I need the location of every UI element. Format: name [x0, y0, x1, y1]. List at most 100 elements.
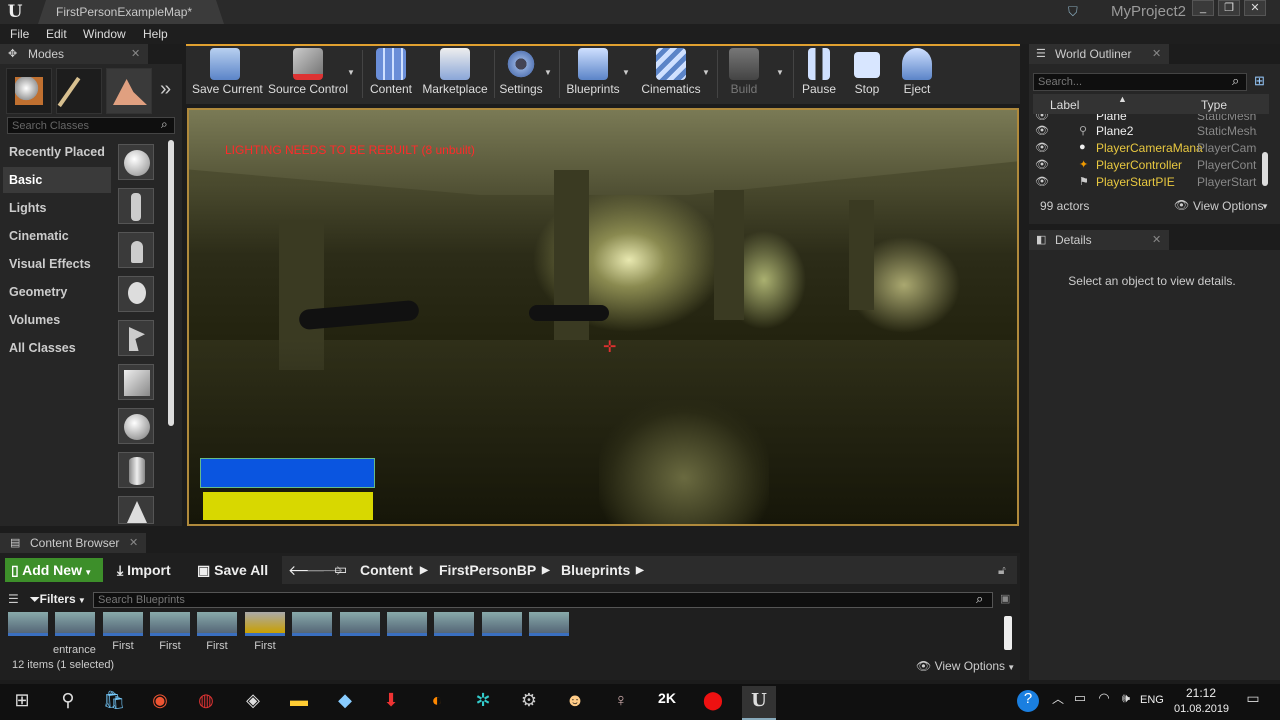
category-recently-placed[interactable]: Recently Placed — [3, 139, 111, 165]
clock-date[interactable]: 01.08.2019 — [1174, 703, 1229, 715]
outliner-row[interactable]: 👁⚑PlayerStartPIEPlayerStartF — [1033, 174, 1269, 191]
store-icon[interactable]: 🛍︎ — [101, 690, 127, 714]
asset-thumbnail[interactable] — [150, 612, 190, 636]
content-scrollbar[interactable] — [1004, 616, 1012, 650]
place-mode-button[interactable] — [6, 68, 52, 114]
battery-icon[interactable]: ▭ — [1067, 690, 1093, 714]
maximize-button[interactable]: ❐ — [1218, 0, 1240, 16]
eject-button[interactable]: Eject — [898, 48, 936, 102]
save-current-button[interactable]: Save Current — [192, 48, 263, 102]
lock-icon[interactable]: 🔓︎ — [998, 563, 1006, 578]
cone-icon[interactable] — [118, 496, 154, 524]
clock-time[interactable]: 21:12 — [1186, 686, 1216, 700]
visibility-eye-icon[interactable]: 👁 — [1035, 124, 1049, 137]
document-tab[interactable]: FirstPersonExampleMap* — [38, 0, 224, 24]
visibility-eye-icon[interactable]: 👁 — [1035, 175, 1049, 188]
unreal-engine-icon[interactable]: U — [742, 686, 776, 720]
language-indicator[interactable]: ENG — [1140, 694, 1164, 706]
search-blueprints-input[interactable]: Search Blueprints — [93, 592, 993, 608]
outliner-row[interactable]: 👁⚲Plane2StaticMeshA — [1033, 123, 1269, 140]
save-search-icon[interactable]: ▣ — [1000, 592, 1010, 605]
recorder-icon[interactable]: ⬤ — [700, 690, 726, 714]
more-modes-icon[interactable]: » — [160, 78, 171, 101]
source-control-button[interactable]: Source Control — [268, 48, 348, 102]
settings-dropdown-icon[interactable]: ▼ — [544, 68, 552, 77]
marketplace-button[interactable]: Marketplace — [422, 48, 488, 102]
breadcrumb-arrow-icon[interactable]: ▶ — [420, 565, 428, 576]
asset-thumbnail[interactable] — [482, 612, 522, 636]
stop-button[interactable]: Stop — [848, 48, 886, 102]
modes-scrollbar[interactable] — [168, 140, 174, 426]
chrome-icon[interactable]: ◉ — [147, 690, 173, 714]
save-all-button[interactable]: ▣ Save All — [197, 562, 268, 579]
menu-help[interactable]: Help — [143, 27, 168, 41]
category-geometry[interactable]: Geometry — [3, 279, 111, 305]
game-app-icon[interactable]: ☻ — [562, 690, 588, 714]
cinematics-button[interactable]: Cinematics — [638, 48, 704, 102]
breadcrumb-arrow-icon[interactable]: ▶ — [542, 565, 550, 576]
asset-thumbnail[interactable] — [245, 612, 285, 636]
asset-thumbnail[interactable] — [197, 612, 237, 636]
content-view-options[interactable]: 👁 View Options ▼ — [916, 659, 1015, 673]
visibility-eye-icon[interactable]: 👁 — [1035, 141, 1049, 154]
notifications-icon[interactable]: ▭ — [1240, 690, 1266, 714]
blender-icon[interactable]: ◐ — [424, 690, 450, 714]
asset-thumbnail-selected[interactable] — [292, 612, 332, 636]
breadcrumb-blueprints[interactable]: Blueprints — [561, 562, 630, 578]
outliner-row[interactable]: 👁 ✦ PlayerController PlayerContr — [1033, 157, 1269, 174]
category-lights[interactable]: Lights — [3, 195, 111, 221]
visibility-eye-icon[interactable]: 👁 — [1035, 114, 1049, 122]
asset-thumbnail[interactable] — [387, 612, 427, 636]
cylinder-icon[interactable] — [118, 452, 154, 488]
steam-icon[interactable]: ⚙ — [516, 690, 542, 714]
search-classes-input[interactable]: Search Classes — [7, 117, 175, 134]
cube-icon[interactable] — [118, 364, 154, 400]
category-basic[interactable]: Basic — [3, 167, 111, 193]
sources-toggle-icon[interactable]: ☰ — [8, 592, 19, 606]
opera-icon[interactable]: ◍ — [193, 690, 219, 714]
asset-thumbnail[interactable] — [529, 612, 569, 636]
paint-mode-button[interactable] — [56, 68, 102, 114]
category-cinematic[interactable]: Cinematic — [3, 223, 111, 249]
content-browser-tab[interactable]: Content Browser — [0, 533, 146, 553]
menu-window[interactable]: Window — [83, 27, 126, 41]
minimize-button[interactable]: _ — [1192, 0, 1214, 16]
app-icon[interactable]: ◆ — [332, 690, 358, 714]
blueprints-dropdown-icon[interactable]: ▼ — [622, 68, 630, 77]
category-visual-effects[interactable]: Visual Effects — [3, 251, 111, 277]
breadcrumb-arrow-icon[interactable]: ▶ — [636, 565, 644, 576]
player-start-icon[interactable] — [118, 320, 154, 356]
pause-button[interactable]: Pause — [800, 48, 838, 102]
help-icon[interactable]: ? — [1017, 690, 1039, 712]
content-button[interactable]: Content — [368, 48, 414, 102]
filters-button[interactable]: ⏷Filters ▼ — [30, 592, 86, 607]
category-volumes[interactable]: Volumes — [3, 307, 111, 333]
landscape-mode-button[interactable] — [106, 68, 152, 114]
menu-file[interactable]: File — [10, 27, 29, 41]
chevron-down-icon[interactable]: ▼ — [1261, 202, 1269, 211]
build-dropdown-icon[interactable]: ▼ — [776, 68, 784, 77]
outliner-close-icon[interactable]: ✕ — [1152, 47, 1161, 60]
character-icon[interactable] — [118, 188, 154, 224]
build-button[interactable]: Build — [722, 48, 766, 102]
label-column-header[interactable]: Label — [1050, 98, 1079, 112]
point-light-icon[interactable] — [118, 276, 154, 312]
unity-icon[interactable]: ◈ — [240, 690, 266, 714]
breadcrumb-firstpersonbp[interactable]: FirstPersonBP — [439, 562, 536, 578]
outliner-view-options[interactable]: View Options — [1193, 199, 1263, 213]
details-close-icon[interactable]: ✕ — [1152, 233, 1161, 246]
outliner-add-icon[interactable]: ⊞ — [1254, 73, 1268, 89]
import-button[interactable]: ⤓ Import — [117, 562, 171, 579]
add-new-button[interactable]: ▯ Add New ▼ — [5, 558, 103, 582]
sphere-icon[interactable] — [118, 408, 154, 444]
windows-start-icon[interactable]: ⊞ — [9, 690, 35, 714]
volume-icon[interactable]: 🕪︎ — [1113, 690, 1139, 714]
settings-button[interactable]: Settings — [498, 48, 544, 102]
type-column-header[interactable]: Type — [1201, 98, 1227, 112]
file-explorer-icon[interactable]: ▬ — [286, 690, 312, 714]
category-all-classes[interactable]: All Classes — [3, 335, 111, 361]
breadcrumb-content[interactable]: Content — [360, 562, 413, 578]
outliner-row[interactable]: 👁 ● PlayerCameraMana PlayerCame — [1033, 140, 1269, 157]
visibility-eye-icon[interactable]: 👁 — [1035, 158, 1049, 171]
asset-thumbnail[interactable] — [8, 612, 48, 636]
